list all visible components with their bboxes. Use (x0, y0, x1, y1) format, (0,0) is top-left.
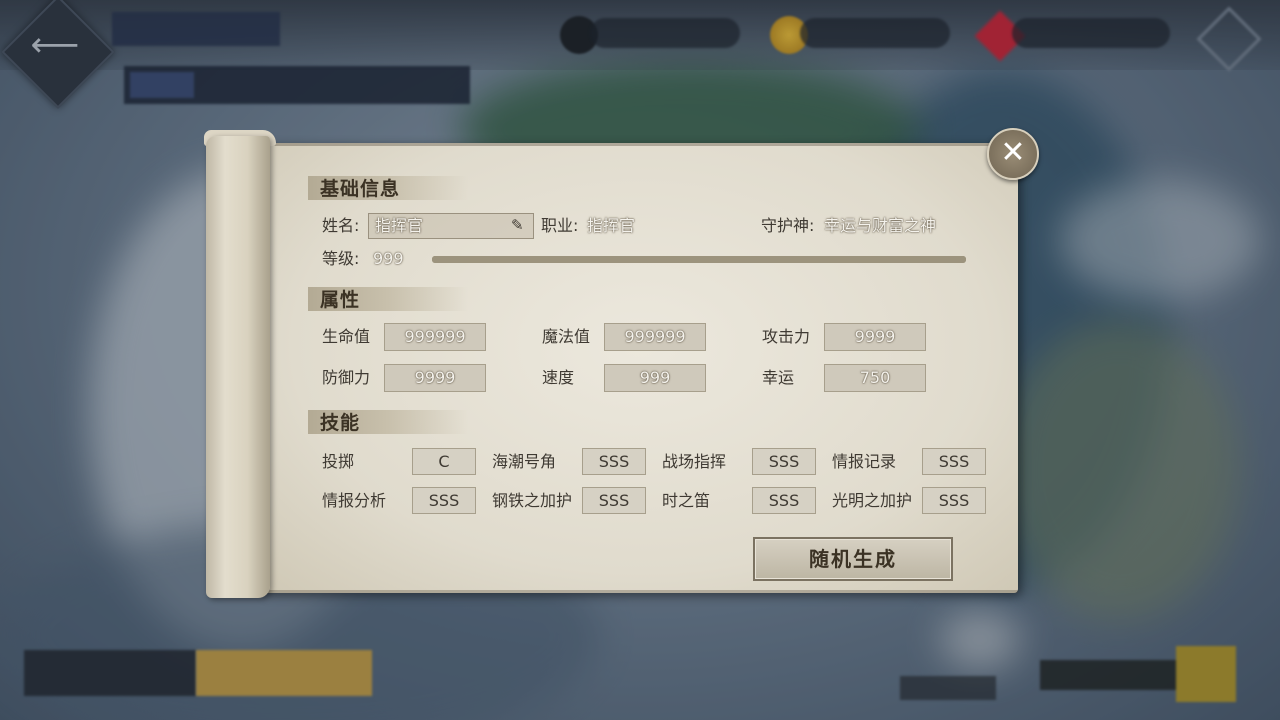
attr-box-attack: 9999 (824, 323, 926, 351)
attr-value-speed: 999 (639, 368, 671, 387)
skill-grade: SSS (412, 487, 476, 514)
job-label: 职业: (541, 216, 579, 235)
skill-name: 海潮号角 (492, 452, 557, 471)
skill-name: 钢铁之加护 (492, 491, 573, 510)
skills-heading: 技能 (308, 410, 468, 434)
level-label: 等级: (322, 249, 360, 268)
job-value: 指挥官 (587, 216, 636, 235)
level-progress-fill (432, 256, 966, 263)
random-generate-label[interactable]: 随机生成 (755, 539, 951, 579)
attr-label-defense: 防御力 (322, 368, 371, 387)
level-progress-bar (432, 256, 966, 263)
skill-grade: SSS (922, 487, 986, 514)
attr-label-luck: 幸运 (762, 368, 795, 387)
guardian-value: 幸运与财富之神 (824, 216, 937, 235)
basic-info-heading: 基础信息 (308, 176, 468, 200)
skill-grade: C (412, 448, 476, 475)
guardian-label: 守护神: (761, 216, 815, 235)
skill-name: 情报记录 (832, 452, 897, 471)
attr-value-mp: 999999 (624, 327, 686, 346)
attr-value-attack: 9999 (854, 327, 896, 346)
skill-grade: SSS (582, 487, 646, 514)
attr-box-speed: 999 (604, 364, 706, 392)
skill-name: 战场指挥 (662, 452, 727, 471)
skill-grade: SSS (582, 448, 646, 475)
skill-name: 光明之加护 (832, 491, 913, 510)
close-button[interactable]: ✕ (987, 128, 1039, 180)
skills-heading-text: 技能 (320, 412, 361, 434)
name-label: 姓名: (322, 216, 360, 235)
skill-grade: SSS (922, 448, 986, 475)
attr-box-defense: 9999 (384, 364, 486, 392)
attr-value-hp: 999999 (404, 327, 466, 346)
level-value: 999 (373, 249, 404, 268)
skill-name: 时之笛 (662, 491, 711, 510)
attr-value-defense: 9999 (414, 368, 456, 387)
attr-label-speed: 速度 (542, 368, 575, 387)
name-value[interactable]: 指挥官 (375, 213, 423, 239)
name-input[interactable]: 指挥官 ✎ (368, 213, 534, 239)
attributes-heading: 属性 (308, 287, 468, 311)
skill-grade: SSS (752, 448, 816, 475)
attributes-heading-text: 属性 (320, 289, 361, 311)
random-generate-button[interactable]: 随机生成 (753, 537, 953, 581)
attr-label-attack: 攻击力 (762, 327, 811, 346)
attr-box-mp: 999999 (604, 323, 706, 351)
skill-grade: SSS (752, 487, 816, 514)
attr-value-luck: 750 (859, 368, 891, 387)
attr-box-hp: 999999 (384, 323, 486, 351)
attr-label-mp: 魔法值 (542, 327, 591, 346)
skill-name: 情报分析 (322, 491, 387, 510)
close-icon[interactable]: ✕ (989, 130, 1037, 178)
basic-info-heading-text: 基础信息 (320, 178, 401, 200)
attr-box-luck: 750 (824, 364, 926, 392)
skill-name: 投掷 (322, 452, 355, 471)
scroll-roll (206, 136, 270, 598)
pencil-icon[interactable]: ✎ (511, 217, 527, 233)
attr-label-hp: 生命值 (322, 327, 371, 346)
